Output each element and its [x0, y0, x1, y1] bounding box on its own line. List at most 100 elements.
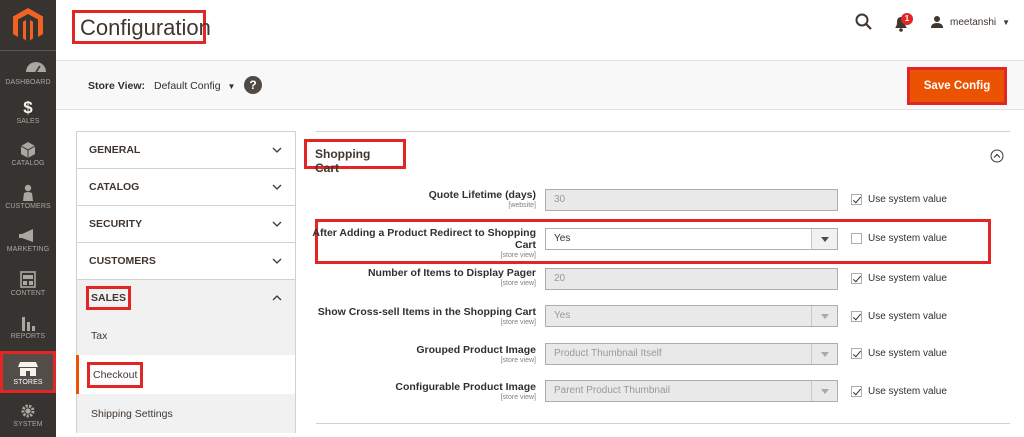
- shop-icon: [18, 362, 38, 376]
- nav-separator: [0, 50, 56, 51]
- use-system-value-checkbox[interactable]: Use system value: [851, 194, 947, 205]
- use-system-value-checkbox[interactable]: Use system value: [851, 233, 947, 244]
- scope-label: [store view]: [500, 394, 536, 401]
- checkbox-label: Use system value: [868, 194, 947, 205]
- checkbox[interactable]: [851, 194, 862, 205]
- checkbox-label: Use system value: [868, 348, 947, 359]
- nav-label: SYSTEM: [13, 421, 43, 428]
- help-icon[interactable]: ?: [244, 76, 262, 94]
- select-value: Parent Product Thumbnail: [554, 385, 670, 396]
- store-view-label: Store View:: [88, 80, 145, 92]
- notification-count-badge[interactable]: 1: [901, 13, 913, 25]
- grouped-product-image-select[interactable]: Product Thumbnail Itself: [545, 343, 838, 365]
- checkbox-label: Use system value: [868, 311, 947, 322]
- caret-down-icon: ▼: [1002, 17, 1011, 27]
- quote-lifetime-input[interactable]: 30: [545, 189, 838, 211]
- subtab-label: Tax: [91, 329, 108, 342]
- nav-customers[interactable]: CUSTOMERS: [0, 178, 56, 220]
- field-label: Show Cross-sell Items in the Shopping Ca…: [318, 306, 536, 327]
- config-tabs: GENERAL CATALOG SECURITY CUSTOMERS SALES…: [76, 131, 296, 433]
- subtab-checkout[interactable]: Checkout: [76, 355, 296, 394]
- checkbox-label: Use system value: [868, 273, 947, 284]
- tab-label: SALES: [86, 286, 132, 310]
- select-arrow-icon[interactable]: [811, 344, 837, 364]
- configurable-product-image-select[interactable]: Parent Product Thumbnail: [545, 380, 838, 402]
- chevron-down-icon: [272, 258, 282, 264]
- select-arrow-icon[interactable]: [811, 381, 837, 401]
- caret-down-icon: ▼: [227, 82, 236, 91]
- nav-marketing[interactable]: MARKETING: [0, 221, 56, 263]
- magento-logo-icon[interactable]: [10, 6, 46, 44]
- section-title-shopping-cart[interactable]: Shopping Cart: [304, 139, 406, 175]
- label-text: Show Cross-sell Items in the Shopping Ca…: [317, 306, 536, 318]
- checkbox[interactable]: [851, 233, 862, 244]
- nav-label: CUSTOMERS: [5, 203, 51, 210]
- store-view-switcher[interactable]: Default Config ▼: [154, 80, 235, 92]
- tab-label: CATALOG: [89, 181, 140, 193]
- nav-label: MARKETING: [6, 246, 50, 253]
- use-system-value-checkbox[interactable]: Use system value: [851, 311, 947, 322]
- tab-catalog[interactable]: CATALOG: [76, 168, 296, 205]
- select-value: Product Thumbnail Itself: [554, 348, 662, 359]
- select-arrow-icon[interactable]: [811, 306, 837, 326]
- select-value: Yes: [554, 310, 571, 321]
- field-label: Quote Lifetime (days) [website]: [429, 189, 536, 210]
- label-text: Number of Items to Display Pager: [367, 267, 536, 279]
- checkbox[interactable]: [851, 386, 862, 397]
- nav-label: DASHBOARD: [5, 79, 51, 86]
- redirect-to-cart-select[interactable]: Yes: [545, 228, 838, 250]
- admin-sidebar: DASHBOARD $ SALES CATALOG CUSTOMERS MARK…: [0, 0, 56, 437]
- nav-label: STORES: [13, 379, 43, 386]
- select-arrow-icon[interactable]: [811, 229, 837, 249]
- save-config-button[interactable]: Save Config: [907, 67, 1007, 105]
- checkbox-label: Use system value: [868, 233, 947, 244]
- tab-customers[interactable]: CUSTOMERS: [76, 242, 296, 279]
- field-label: Number of Items to Display Pager [store …: [368, 267, 536, 288]
- layout-icon: [20, 271, 36, 288]
- scope-label: [store view]: [500, 280, 536, 287]
- items-pager-input[interactable]: 20: [545, 268, 838, 290]
- checkbox[interactable]: [851, 348, 862, 359]
- checkbox-label: Use system value: [868, 386, 947, 397]
- collapse-circle-icon[interactable]: [990, 149, 1004, 163]
- dollar-icon: $: [23, 98, 33, 117]
- nav-content[interactable]: CONTENT: [0, 265, 56, 307]
- store-view-bar: Store View: Default Config ▼ ? Save Conf…: [56, 60, 1024, 110]
- nav-reports[interactable]: REPORTS: [0, 308, 56, 350]
- select-value: Yes: [554, 233, 571, 244]
- scope-label: [store view]: [500, 319, 536, 326]
- section-bottom-divider: [316, 423, 1010, 424]
- label-text: Grouped Product Image: [416, 344, 536, 356]
- tab-sales[interactable]: SALES: [76, 279, 296, 316]
- chevron-down-icon: [272, 147, 282, 153]
- use-system-value-checkbox[interactable]: Use system value: [851, 386, 947, 397]
- cross-sell-select[interactable]: Yes: [545, 305, 838, 327]
- use-system-value-checkbox[interactable]: Use system value: [851, 273, 947, 284]
- nav-sales[interactable]: $ SALES: [0, 93, 56, 135]
- subtab-label: Checkout: [87, 361, 144, 388]
- subtab-shipping-settings[interactable]: Shipping Settings: [76, 394, 296, 433]
- field-label: Grouped Product Image [store view]: [416, 344, 536, 365]
- person-icon: [23, 184, 33, 201]
- use-system-value-checkbox[interactable]: Use system value: [851, 348, 947, 359]
- tab-label: GENERAL: [89, 144, 141, 156]
- page-title: Configuration: [72, 10, 211, 44]
- section-divider: [316, 131, 1010, 132]
- chevron-down-icon: [272, 184, 282, 190]
- nav-dashboard[interactable]: DASHBOARD: [0, 54, 56, 96]
- store-view-value: Default Config: [154, 80, 221, 92]
- nav-catalog[interactable]: CATALOG: [0, 135, 56, 177]
- tab-general[interactable]: GENERAL: [76, 131, 296, 168]
- subtab-tax[interactable]: Tax: [76, 316, 296, 355]
- megaphone-icon: [19, 229, 33, 242]
- search-icon[interactable]: [854, 12, 874, 32]
- nav-label: CONTENT: [10, 290, 46, 297]
- label-text: Quote Lifetime (days): [428, 189, 536, 201]
- nav-system[interactable]: SYSTEM: [0, 396, 56, 437]
- checkbox[interactable]: [851, 311, 862, 322]
- user-menu[interactable]: meetanshi ▼: [930, 12, 1010, 32]
- checkbox[interactable]: [851, 273, 862, 284]
- nav-stores[interactable]: STORES: [0, 351, 56, 393]
- tab-security[interactable]: SECURITY: [76, 205, 296, 242]
- user-icon: [931, 16, 943, 28]
